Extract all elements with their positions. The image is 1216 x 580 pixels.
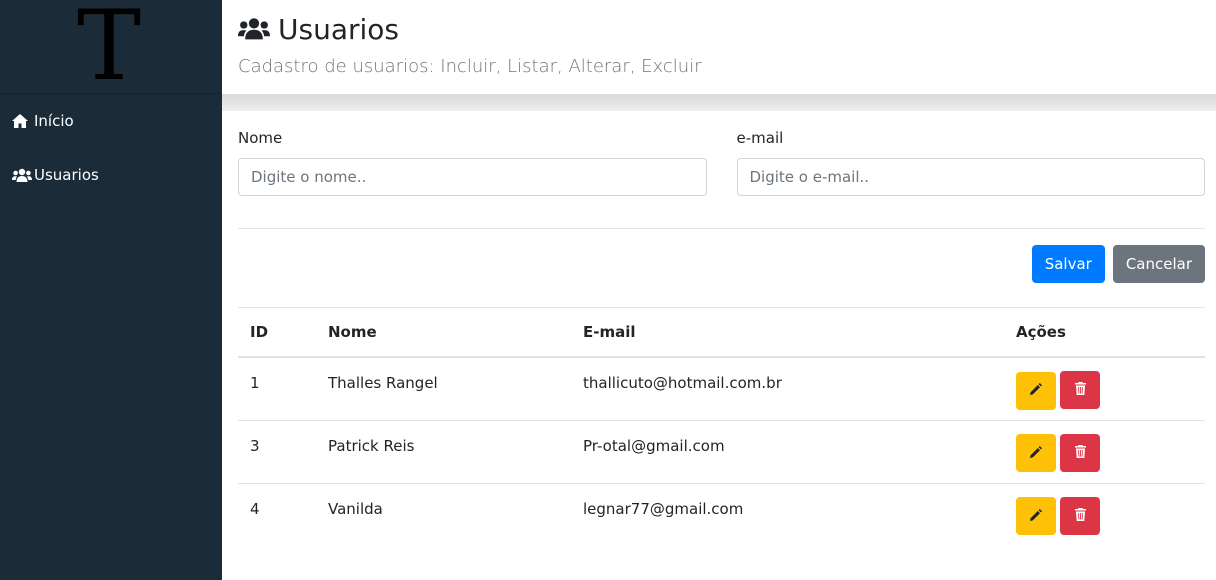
column-header-nome: Nome — [316, 308, 571, 358]
delete-button[interactable] — [1060, 496, 1100, 535]
trash-icon — [1074, 507, 1086, 524]
divider — [238, 228, 1205, 229]
cell-id: 1 — [238, 357, 316, 421]
column-header-id: ID — [238, 308, 316, 358]
table-row: 1 Thalles Rangel thallicuto@hotmail.com.… — [238, 357, 1205, 421]
page-subtitle: Cadastro de usuarios: Incluir, Listar, A… — [238, 56, 702, 77]
cell-id: 4 — [250, 499, 260, 518]
nome-group: Nome — [238, 129, 707, 196]
page-title-text: Usuarios — [278, 12, 399, 46]
cancel-button[interactable]: Cancelar — [1112, 245, 1205, 283]
header-divider — [222, 94, 1216, 111]
delete-button[interactable] — [1060, 433, 1100, 472]
email-input[interactable] — [736, 158, 1205, 196]
edit-button[interactable] — [1016, 434, 1056, 472]
sidebar-item-usuarios[interactable]: Usuarios — [0, 148, 222, 202]
cell-acoes — [1004, 483, 1205, 546]
form-actions: Salvar Cancelar — [238, 245, 1205, 283]
delete-button[interactable] — [1060, 371, 1100, 409]
cell-email: thallicuto@hotmail.com.br — [571, 357, 1004, 421]
table-header-row: ID Nome E-mail Ações — [238, 308, 1205, 358]
page-title: Usuarios — [238, 0, 1216, 56]
nome-input[interactable] — [238, 158, 707, 196]
sidebar-item-label: Usuarios — [34, 166, 99, 184]
sidebar-item-inicio[interactable]: Início — [0, 94, 222, 148]
email-label: e-mail — [736, 129, 784, 147]
home-icon — [12, 113, 32, 129]
edit-button[interactable] — [1016, 497, 1056, 535]
logo-letter: T — [76, 0, 142, 102]
logo: T — [0, 0, 222, 94]
email-group: e-mail — [736, 129, 1205, 196]
sidebar-item-label: Início — [34, 112, 74, 130]
cell-email: legnar77@gmail.com — [583, 499, 744, 518]
users-table: ID Nome E-mail Ações 1 Thalles Rangel th… — [238, 308, 1205, 546]
cell-email: Pr-otal@gmail.com — [571, 420, 1004, 484]
user-form: Nome e-mail — [238, 129, 1205, 196]
cell-nome: Patrick Reis — [316, 420, 571, 484]
users-icon — [238, 15, 272, 43]
column-header-email: E-mail — [571, 308, 1004, 358]
cell-acoes — [1004, 357, 1205, 421]
column-header-acoes: Ações — [1004, 308, 1205, 358]
table-row: 4 Vanilda legnar77@gmail.com — [238, 483, 1205, 546]
table-row: 3 Patrick Reis Pr-otal@gmail.com — [238, 420, 1205, 484]
main-content: Nome e-mail Salvar Cancelar ID Nome E-ma… — [222, 111, 1216, 580]
sidebar: T Início Usuarios — [0, 0, 222, 580]
save-button[interactable]: Salvar — [1031, 245, 1105, 283]
trash-icon — [1074, 382, 1086, 398]
nome-label: Nome — [238, 129, 283, 147]
cell-acoes — [1004, 420, 1205, 484]
edit-button[interactable] — [1016, 371, 1056, 410]
cell-id: 3 — [238, 420, 316, 484]
page-header: Usuarios Cadastro de usuarios: Incluir, … — [222, 0, 1216, 94]
pencil-icon — [1030, 383, 1042, 398]
cell-nome: Thalles Rangel — [316, 357, 571, 421]
trash-icon — [1074, 444, 1086, 461]
users-icon — [12, 167, 32, 183]
pencil-icon — [1030, 508, 1042, 524]
cell-nome: Vanilda — [328, 499, 383, 518]
pencil-icon — [1030, 445, 1042, 461]
